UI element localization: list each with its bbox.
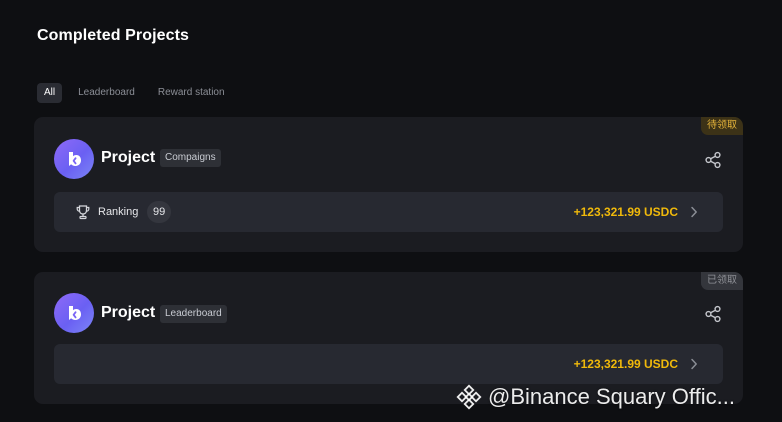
project-avatar bbox=[54, 139, 94, 179]
ranking-reward-row[interactable]: Ranking 99 +123,321.99 USDC bbox=[54, 192, 723, 232]
tab-all[interactable]: All bbox=[37, 83, 63, 103]
project-logo-icon bbox=[69, 306, 81, 320]
status-badge: 待领取 bbox=[701, 117, 743, 135]
tab-reward-station[interactable]: Reward station bbox=[151, 83, 232, 103]
ranking-value: 99 bbox=[147, 201, 172, 223]
project-tag: Leaderboard bbox=[160, 305, 227, 323]
project-name: Project bbox=[101, 304, 156, 321]
share-icon[interactable] bbox=[704, 151, 722, 169]
project-card: 待领取 Project Compaigns Ranking 99 +123,32… bbox=[34, 117, 743, 252]
tab-leaderboard[interactable]: Leaderboard bbox=[71, 83, 142, 103]
binance-logo-icon bbox=[456, 384, 482, 410]
ranking-label: Ranking bbox=[98, 206, 139, 218]
filter-tabs: All Leaderboard Reward station bbox=[37, 83, 241, 103]
chevron-right-icon bbox=[691, 206, 697, 218]
watermark-text: @Binance Squary Offic... bbox=[488, 384, 735, 409]
page-title: Completed Projects bbox=[37, 27, 190, 44]
project-avatar bbox=[54, 293, 94, 333]
status-badge: 已领取 bbox=[701, 272, 743, 290]
reward-row[interactable]: +123,321.99 USDC bbox=[54, 344, 723, 384]
reward-amount: +123,321.99 USDC bbox=[573, 357, 678, 371]
watermark: @Binance Squary Offic... bbox=[456, 382, 735, 412]
project-name: Project bbox=[101, 149, 156, 166]
project-logo-icon bbox=[69, 152, 81, 166]
completed-projects-page: Completed Projects All Leaderboard Rewar… bbox=[0, 0, 782, 422]
share-icon[interactable] bbox=[704, 305, 722, 323]
trophy-icon bbox=[76, 205, 90, 220]
chevron-right-icon bbox=[691, 358, 697, 370]
project-tag: Compaigns bbox=[160, 149, 221, 167]
reward-amount: +123,321.99 USDC bbox=[573, 205, 678, 219]
